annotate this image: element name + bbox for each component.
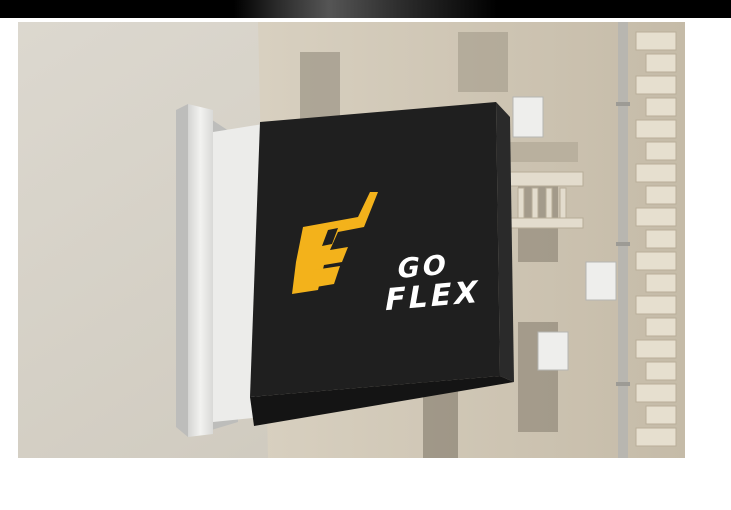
wall-bracket xyxy=(176,104,263,437)
photo: GO FLEX xyxy=(18,22,685,458)
sign-brand-text: GO FLEX xyxy=(384,248,481,319)
top-dark-banner xyxy=(0,0,731,18)
brand-word-flex: FLEX xyxy=(384,274,481,319)
scene xyxy=(18,22,685,458)
